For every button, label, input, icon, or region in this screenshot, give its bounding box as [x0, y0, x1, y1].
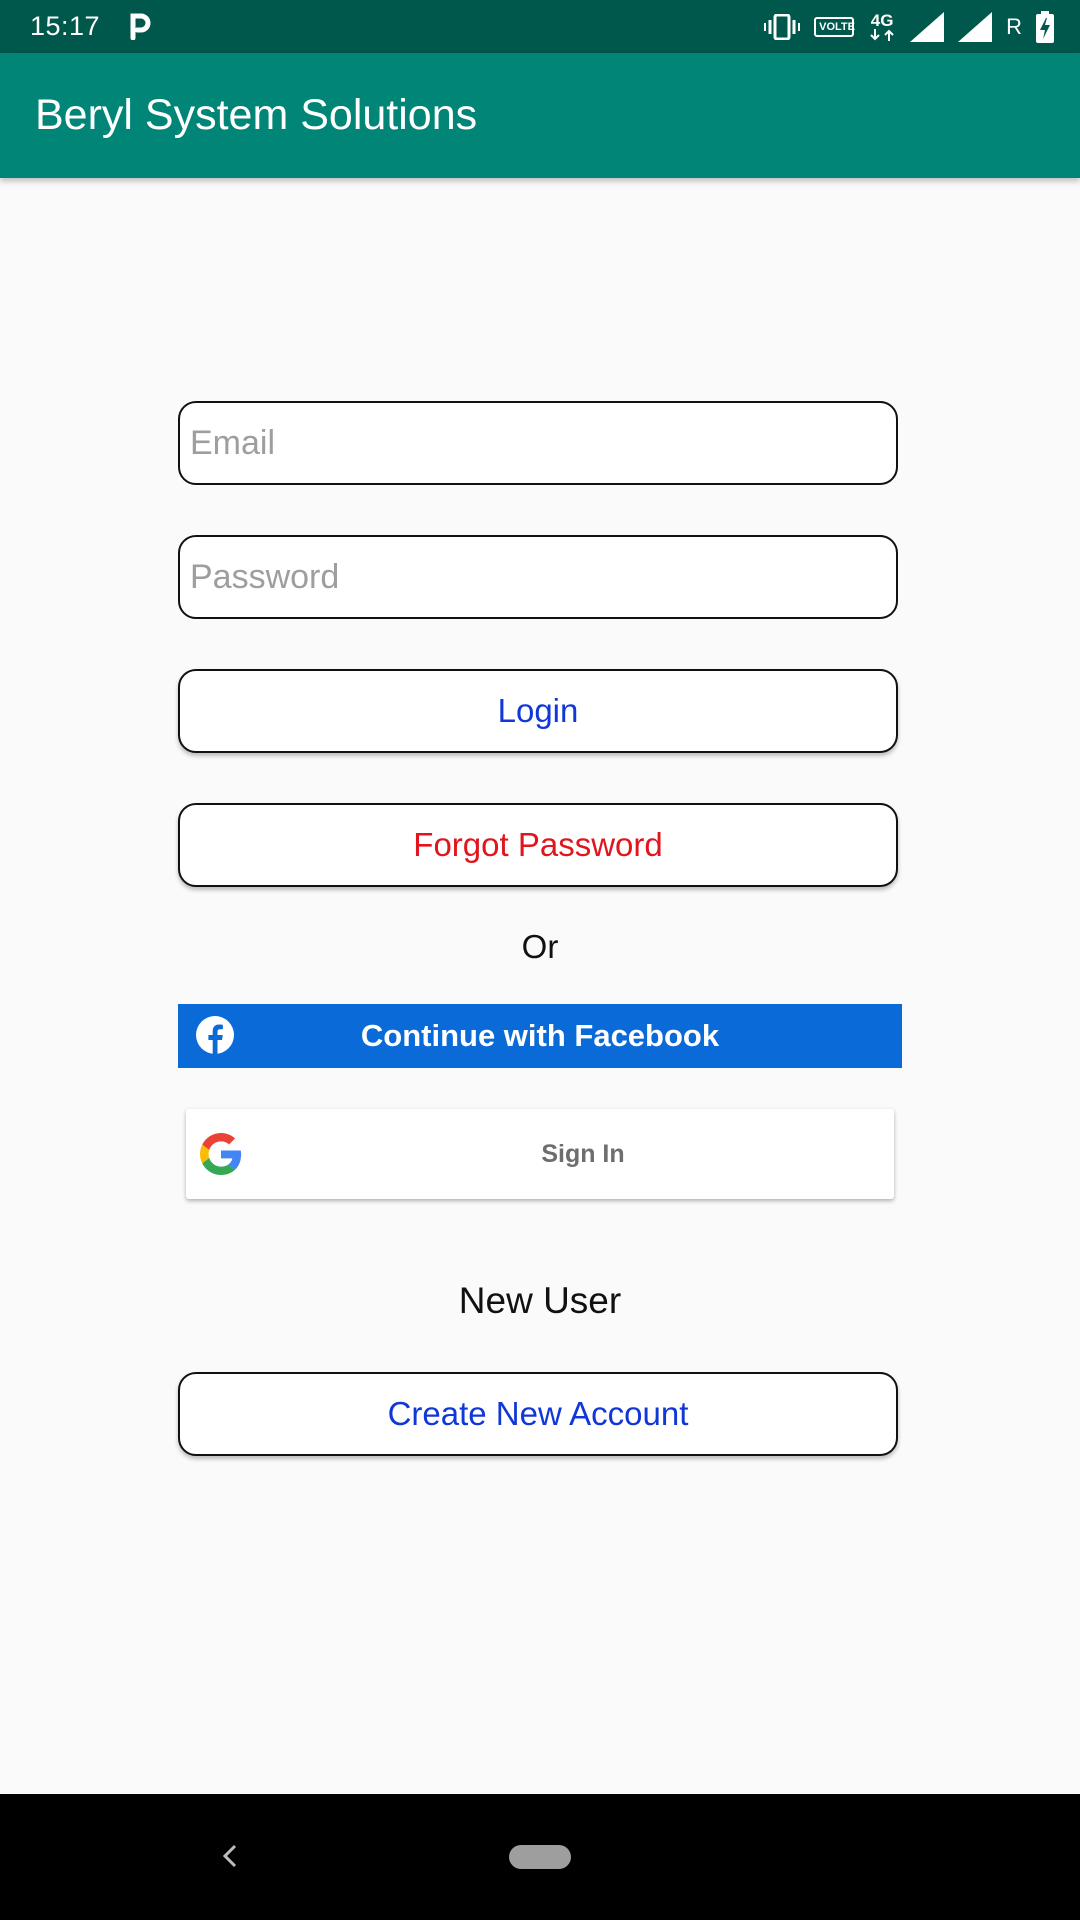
roaming-icon: R: [1006, 14, 1022, 39]
facebook-login-button[interactable]: Continue with Facebook: [178, 1004, 902, 1068]
create-account-label: Create New Account: [387, 1395, 689, 1432]
email-field[interactable]: [178, 401, 898, 485]
data-arrows-icon: [870, 29, 894, 41]
app-bar: Beryl System Solutions: [0, 53, 1080, 178]
facebook-button-label: Continue with Facebook: [360, 1018, 720, 1053]
status-icons: VOLTE 4G R: [764, 10, 1054, 44]
4g-icon: 4G: [868, 11, 896, 41]
or-divider-text: Or: [521, 928, 559, 965]
google-button-label: Sign In: [541, 1139, 625, 1168]
new-user-heading: New User: [458, 1280, 622, 1321]
password-field[interactable]: [178, 535, 898, 619]
parking-icon: [130, 13, 151, 40]
battery-charging-icon: [1036, 11, 1054, 43]
signal-icon: [958, 12, 993, 42]
google-icon: [200, 1133, 242, 1175]
login-button[interactable]: Login: [178, 669, 898, 753]
app-title: Beryl System Solutions: [35, 91, 478, 139]
forgot-password-label: Forgot Password: [413, 826, 663, 863]
volte-icon: VOLTE: [814, 17, 855, 37]
facebook-icon: [196, 1016, 234, 1054]
back-icon[interactable]: [215, 1836, 245, 1876]
signal-icon: [910, 12, 945, 42]
google-sign-in-button[interactable]: Sign In: [186, 1109, 894, 1199]
network-type-label: 4G: [870, 11, 894, 30]
home-icon[interactable]: [509, 1845, 571, 1869]
navigation-bar: [0, 1794, 1080, 1920]
create-account-button[interactable]: Create New Account: [178, 1372, 898, 1456]
status-bar: 15:17 VOLTE 4G R: [0, 0, 1080, 53]
login-button-label: Login: [497, 692, 579, 729]
status-time: 15:17: [30, 11, 101, 41]
forgot-password-button[interactable]: Forgot Password: [178, 803, 898, 887]
vibrate-icon: [764, 14, 801, 40]
